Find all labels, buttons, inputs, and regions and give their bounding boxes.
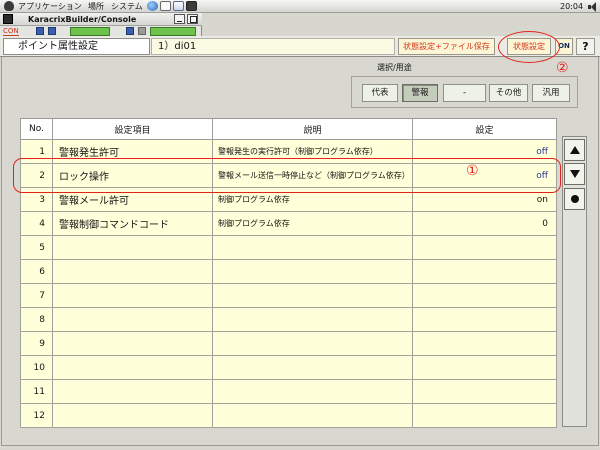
table-row[interactable]: 6 (20, 259, 557, 284)
row-number: 5 (20, 235, 53, 260)
table-row[interactable]: 10 (20, 355, 557, 380)
text-editor-icon[interactable] (173, 1, 184, 11)
setting-description (212, 259, 413, 284)
usage-selector-label: 選択/用途 (377, 63, 412, 72)
row-number: 6 (20, 259, 53, 284)
scroll-reset-button[interactable] (564, 188, 585, 210)
table-row[interactable]: 12 (20, 403, 557, 428)
table-row[interactable]: 5 (20, 235, 557, 260)
usage-button-none[interactable]: - (443, 84, 486, 102)
setting-description (212, 331, 413, 356)
karacrix-app-icon (3, 14, 13, 24)
toolbar-icon[interactable] (36, 27, 44, 35)
setting-description (212, 307, 413, 332)
setting-item-name (52, 403, 213, 428)
row-number: 11 (20, 379, 53, 404)
triangle-up-icon (570, 146, 580, 154)
row-number: 7 (20, 283, 53, 308)
mail-client-icon[interactable] (160, 1, 171, 11)
help-button[interactable]: ? (576, 38, 595, 55)
gnome-foot-icon[interactable] (4, 1, 14, 11)
places-menu[interactable]: 場所 (88, 1, 104, 12)
setting-value[interactable] (412, 283, 557, 308)
usage-button-general[interactable]: 汎用 (532, 84, 570, 102)
column-header-value: 設定 (412, 118, 557, 140)
row-number: 10 (20, 355, 53, 380)
column-header-no: No. (20, 118, 53, 140)
setting-description (212, 355, 413, 380)
row-number: 4 (20, 211, 53, 236)
usage-button-other[interactable]: その他 (489, 84, 528, 102)
setting-item-name (52, 235, 213, 260)
setting-item-name (52, 379, 213, 404)
web-browser-icon[interactable] (147, 1, 158, 11)
row-number: 12 (20, 403, 53, 428)
screen-title: ポイント属性設定 (3, 38, 150, 55)
con-tab[interactable]: CON (3, 27, 19, 36)
system-menu[interactable]: システム (111, 1, 143, 12)
row-number: 9 (20, 331, 53, 356)
row-number: 8 (20, 307, 53, 332)
volume-icon[interactable] (588, 2, 598, 12)
setting-item-name (52, 259, 213, 284)
toolbar-button[interactable] (70, 27, 110, 36)
table-row[interactable]: 9 (20, 331, 557, 356)
setting-value[interactable] (412, 331, 557, 356)
circle-dot-icon (571, 195, 579, 203)
clock[interactable]: 20:04 (560, 1, 583, 12)
scroll-up-button[interactable] (564, 139, 585, 161)
table-row[interactable]: 4 警報制御コマンドコード 制御プログラム依存 0 (20, 211, 557, 236)
setting-description (212, 235, 413, 260)
triangle-down-icon (570, 170, 580, 178)
maximize-icon[interactable] (187, 14, 198, 24)
toolbar-icon[interactable] (138, 27, 146, 35)
table-row[interactable]: 8 (20, 307, 557, 332)
setting-value[interactable] (412, 403, 557, 428)
table-row[interactable]: 11 (20, 379, 557, 404)
setting-value[interactable] (412, 235, 557, 260)
save-state-to-file-button[interactable]: 状態設定+ファイル保存 (398, 38, 495, 55)
setting-item-name (52, 283, 213, 308)
setting-value[interactable] (412, 355, 557, 380)
setting-description (212, 283, 413, 308)
toolbar-button[interactable] (150, 27, 196, 36)
setting-item-name: 警報制御コマンドコード (52, 211, 213, 236)
annotation-marker-2: ② (556, 60, 569, 76)
toolbar-icon[interactable] (48, 27, 56, 35)
setting-description (212, 403, 413, 428)
setting-item-name (52, 331, 213, 356)
annotation-highlight-row (13, 158, 561, 193)
point-label: 1）di01 (151, 38, 395, 55)
table-header-row: No. 設定項目 説明 設定 (20, 118, 557, 140)
column-header-description: 説明 (212, 118, 413, 140)
annotation-ellipse (498, 31, 560, 63)
annotation-marker-1: ① (466, 163, 479, 179)
setting-value[interactable]: 0 (412, 211, 557, 236)
setting-description (212, 379, 413, 404)
setting-value[interactable] (412, 259, 557, 284)
setting-item-name (52, 355, 213, 380)
terminal-icon[interactable] (186, 1, 197, 11)
setting-item-name (52, 307, 213, 332)
setting-description: 制御プログラム依存 (212, 211, 413, 236)
applications-menu[interactable]: アプリケーション (18, 1, 82, 12)
column-header-item: 設定項目 (52, 118, 213, 140)
minimize-icon[interactable] (174, 14, 185, 24)
setting-value[interactable] (412, 379, 557, 404)
usage-button-representative[interactable]: 代表 (362, 84, 398, 102)
usage-button-alarm[interactable]: 警報 (402, 84, 438, 102)
setting-value[interactable] (412, 307, 557, 332)
toolbar-icon[interactable] (126, 27, 134, 35)
console-window-title: KaracrixBuilder/Console (28, 15, 137, 24)
table-row[interactable]: 7 (20, 283, 557, 308)
scroll-down-button[interactable] (564, 163, 585, 185)
